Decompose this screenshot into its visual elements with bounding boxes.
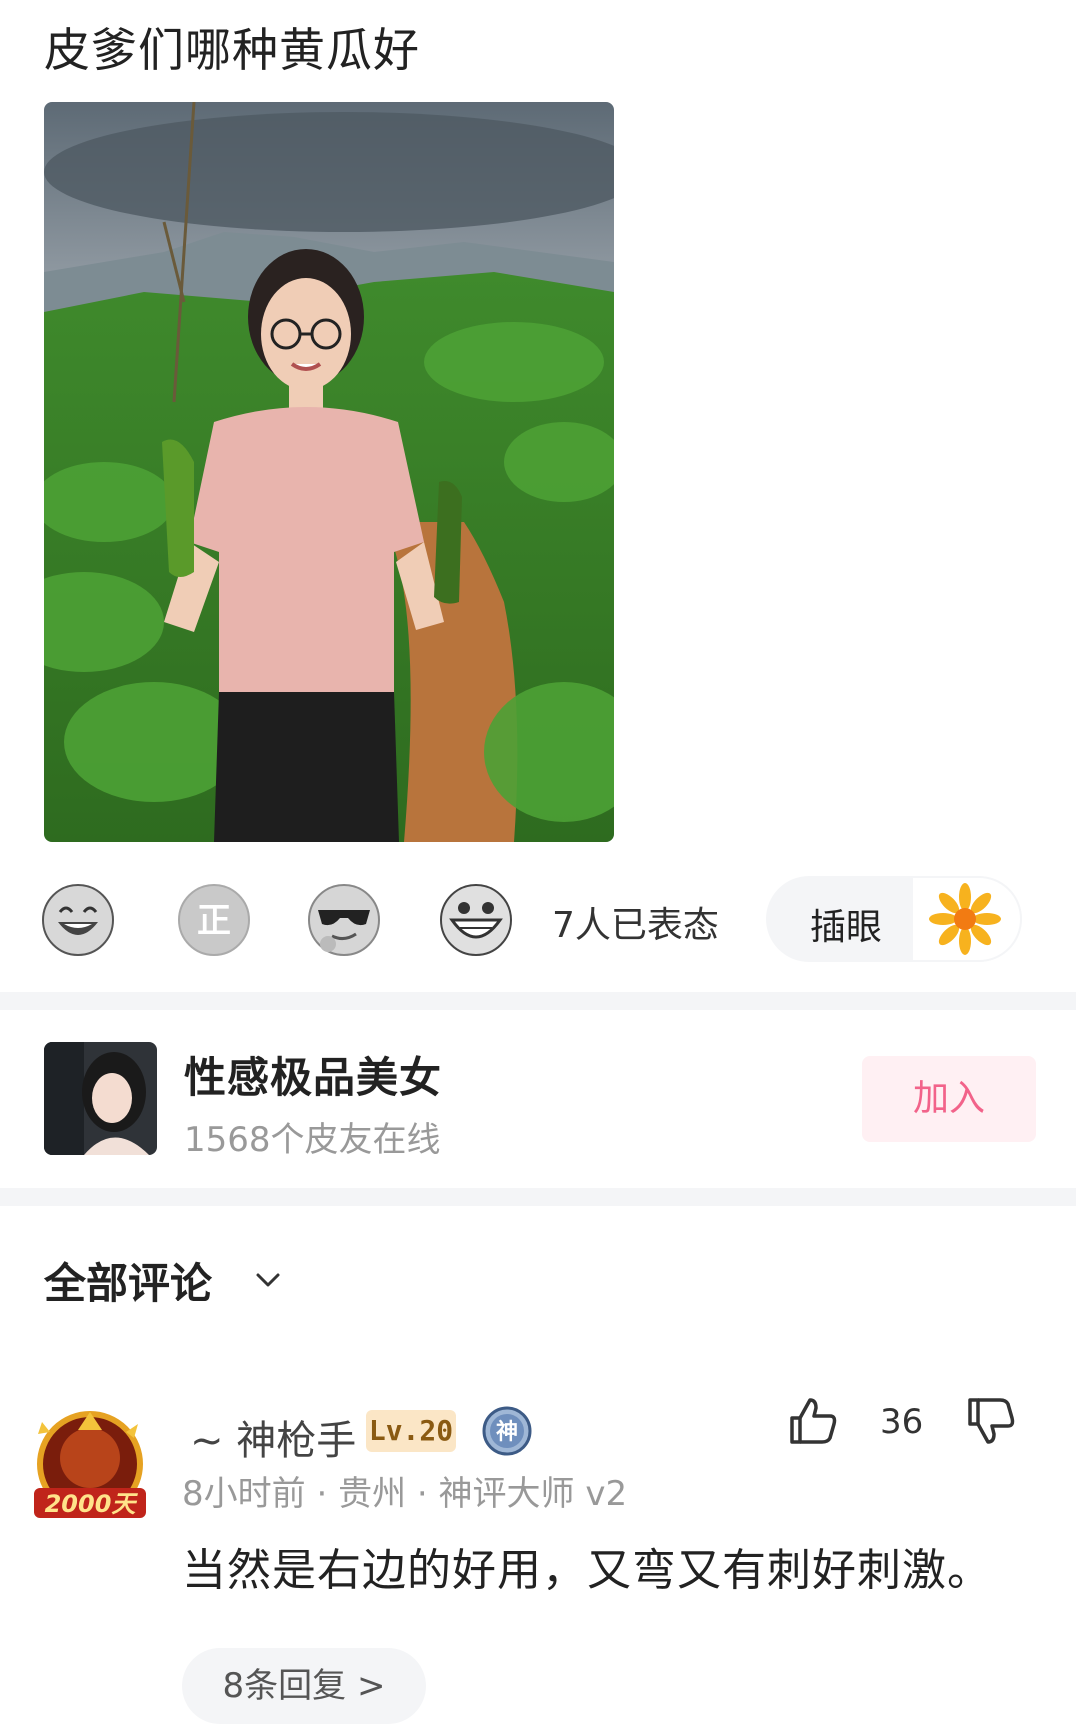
reaction-count: 7人已表态: [552, 905, 719, 946]
comments-sort-label[interactable]: 全部评论: [44, 1250, 212, 1311]
commenter-avatar[interactable]: 2000天: [28, 1402, 152, 1526]
thumbs-down-icon[interactable]: [964, 1394, 1018, 1448]
comment-meta: 8小时前 · 贵州 · 神评大师 v2: [182, 1466, 627, 1515]
join-button[interactable]: 加入: [862, 1056, 1036, 1142]
like-count: 36: [880, 1402, 924, 1442]
avatar-badge-text: 2000天: [45, 1490, 139, 1518]
thumbs-up-icon[interactable]: [786, 1394, 840, 1448]
view-replies-button[interactable]: 8条回复 >: [182, 1648, 426, 1724]
commenter-title: 神评大师 v2: [438, 1474, 628, 1514]
svg-text:正: 正: [197, 901, 231, 941]
god-badge-char: 神: [496, 1419, 518, 1445]
section-divider: [0, 1188, 1076, 1206]
sunglasses-face-icon[interactable]: [306, 882, 382, 958]
peek-button[interactable]: 插眼: [766, 876, 1022, 962]
comment-text: 当然是右边的好用，又弯又有刺好刺激。: [182, 1545, 992, 1596]
comment-location: 贵州: [338, 1474, 407, 1514]
meta-separator: ·: [316, 1474, 339, 1514]
god-comment-badge-icon: 神: [482, 1406, 532, 1456]
grinning-face-icon[interactable]: [438, 882, 514, 958]
group-name[interactable]: 性感极品美女: [184, 1044, 442, 1105]
comment-time: 8小时前: [182, 1474, 306, 1514]
commenter-username[interactable]: ~ 神枪手: [190, 1408, 356, 1466]
group-avatar[interactable]: [44, 1042, 157, 1155]
group-online-count: 1568个皮友在线: [184, 1120, 441, 1160]
section-divider: [0, 992, 1076, 1010]
laughing-face-icon[interactable]: [40, 882, 116, 958]
chevron-down-icon[interactable]: [250, 1262, 286, 1298]
post-image[interactable]: [44, 102, 614, 842]
post-title: 皮爹们哪种黄瓜好: [44, 23, 420, 77]
sunflower-icon: [911, 876, 1022, 962]
zheng-badge-icon[interactable]: 正: [176, 882, 252, 958]
peek-label: 插眼: [810, 907, 883, 948]
meta-separator: ·: [416, 1474, 439, 1514]
level-badge: Lv.20: [366, 1410, 456, 1452]
